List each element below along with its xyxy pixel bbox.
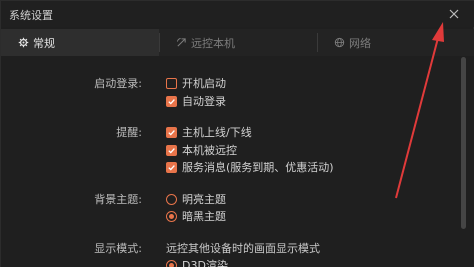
auto-start-label: 开机启动	[182, 77, 226, 90]
title-bar: 系统设置	[1, 1, 474, 27]
display-mode-description: 远控其他设备时的画面显示模式	[166, 242, 320, 255]
network-icon	[333, 37, 345, 49]
d3d-render-label: D3D渲染	[182, 259, 228, 267]
radio-unselected-icon	[166, 193, 177, 205]
d3d-render-radio[interactable]: D3D渲染	[166, 257, 228, 267]
tab-divider	[159, 33, 160, 52]
tab-general[interactable]: 常规	[1, 29, 159, 56]
tab-network-label: 网络	[349, 36, 371, 50]
tab-remote-control[interactable]: 远控本机	[159, 29, 317, 56]
gear-icon	[17, 37, 29, 49]
remote-icon	[175, 37, 187, 49]
startup-label: 启动登录:	[94, 77, 142, 90]
theme-label: 背景主题:	[94, 193, 142, 206]
window-title: 系统设置	[9, 9, 53, 22]
tab-general-label: 常规	[33, 36, 55, 50]
light-theme-label: 明亮主题	[182, 193, 226, 206]
service-message-checkbox[interactable]: 服务消息(服务到期、优惠活动)	[166, 159, 334, 175]
tab-divider	[317, 33, 318, 52]
auto-start-checkbox[interactable]: 开机启动	[166, 75, 226, 91]
light-theme-radio[interactable]: 明亮主题	[166, 191, 226, 207]
checkbox-checked-icon	[166, 126, 177, 138]
radio-selected-icon	[166, 210, 177, 222]
settings-content: 启动登录: 开机启动 自动登录 提醒: 主机上线/下线 本机被远控 服务消息(服…	[1, 56, 474, 267]
checkbox-checked-icon	[166, 144, 177, 156]
close-button[interactable]	[445, 5, 463, 23]
display-mode-label: 显示模式:	[94, 242, 142, 255]
scrollbar-thumb[interactable]	[461, 57, 466, 229]
tab-bar: 常规 远控本机 网络	[1, 29, 474, 56]
remote-controlled-checkbox[interactable]: 本机被远控	[166, 142, 237, 158]
auto-login-checkbox[interactable]: 自动登录	[166, 93, 226, 109]
checkbox-checked-icon	[166, 161, 177, 173]
reminder-label: 提醒:	[116, 126, 142, 139]
checkbox-unchecked-icon	[166, 77, 177, 89]
settings-window: 系统设置 常规 远控本机 网络 启动登录: 开机启动 自动登录 提醒: 主机上线…	[0, 0, 474, 267]
service-message-label: 服务消息(服务到期、优惠活动)	[182, 161, 334, 174]
radio-selected-icon	[166, 259, 177, 267]
dark-theme-radio[interactable]: 暗黑主题	[166, 208, 226, 224]
remote-controlled-label: 本机被远控	[182, 144, 237, 157]
host-online-label: 主机上线/下线	[182, 126, 252, 139]
tab-remote-control-label: 远控本机	[191, 36, 235, 50]
auto-login-label: 自动登录	[182, 95, 226, 108]
close-icon	[449, 9, 459, 19]
tab-network[interactable]: 网络	[317, 29, 474, 56]
dark-theme-label: 暗黑主题	[182, 210, 226, 223]
host-online-checkbox[interactable]: 主机上线/下线	[166, 124, 252, 140]
checkbox-checked-icon	[166, 95, 177, 107]
